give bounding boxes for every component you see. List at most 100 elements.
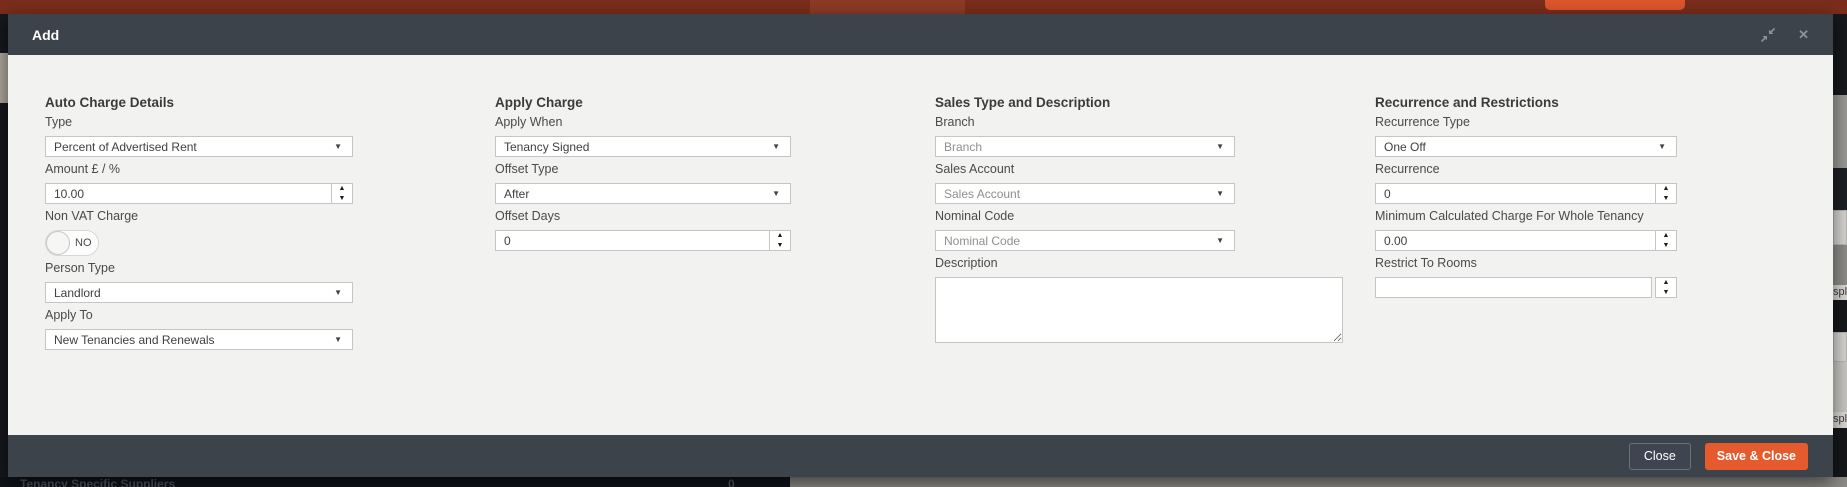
offset-days-input[interactable] bbox=[495, 230, 769, 251]
chevron-down-icon: ▼ bbox=[1216, 189, 1224, 198]
recurrence-label: Recurrence bbox=[1375, 162, 1677, 176]
spin-down-button[interactable]: ▼ bbox=[1656, 194, 1676, 204]
apply-when-select-value: Tenancy Signed bbox=[504, 140, 772, 154]
section-recurrence-restrictions: Recurrence and Restrictions Recurrence T… bbox=[1375, 55, 1677, 298]
spin-up-button[interactable]: ▲ bbox=[1656, 278, 1676, 288]
chevron-down-icon: ▼ bbox=[1216, 236, 1224, 245]
offset-days-input-group: ▲ ▼ bbox=[495, 230, 791, 251]
section-heading: Apply Charge bbox=[495, 95, 791, 110]
non-vat-charge-toggle[interactable]: NO bbox=[45, 230, 99, 256]
restrict-to-rooms-input[interactable] bbox=[1375, 277, 1652, 298]
offset-days-label: Offset Days bbox=[495, 209, 791, 223]
offset-type-select[interactable]: After ▼ bbox=[495, 183, 791, 204]
sales-account-select-value: Sales Account bbox=[944, 187, 1216, 201]
top-bar-tab-fragment bbox=[810, 0, 965, 14]
spin-down-button[interactable]: ▼ bbox=[770, 241, 790, 251]
minimum-charge-input[interactable] bbox=[1375, 230, 1655, 251]
restrict-to-rooms-label: Restrict To Rooms bbox=[1375, 256, 1677, 270]
recurrence-input-group: ▲ ▼ bbox=[1375, 183, 1677, 204]
branch-select[interactable]: Branch ▼ bbox=[935, 136, 1235, 157]
person-type-label: Person Type bbox=[45, 261, 353, 275]
restrict-to-rooms-input-group: ▲ ▼ bbox=[1375, 277, 1677, 298]
type-label: Type bbox=[45, 115, 353, 129]
nominal-code-select-value: Nominal Code bbox=[944, 234, 1216, 248]
section-sales-type-description: Sales Type and Description Branch Branch… bbox=[935, 55, 1235, 348]
type-select-value: Percent of Advertised Rent bbox=[54, 140, 334, 154]
amount-input[interactable] bbox=[45, 183, 331, 204]
amount-spinner: ▲ ▼ bbox=[331, 183, 353, 204]
toggle-state-label: NO bbox=[75, 237, 92, 249]
apply-to-select-value: New Tenancies and Renewals bbox=[54, 333, 334, 347]
background-text-fragment: spla bbox=[1833, 412, 1847, 428]
section-heading: Sales Type and Description bbox=[935, 95, 1235, 110]
apply-to-label: Apply To bbox=[45, 308, 353, 322]
section-heading: Recurrence and Restrictions bbox=[1375, 95, 1677, 110]
minimum-charge-label: Minimum Calculated Charge For Whole Tena… bbox=[1375, 209, 1677, 223]
nominal-code-label: Nominal Code bbox=[935, 209, 1235, 223]
spin-down-button[interactable]: ▼ bbox=[1656, 241, 1676, 251]
collapse-icon[interactable] bbox=[1760, 27, 1776, 43]
person-type-select-value: Landlord bbox=[54, 286, 334, 300]
spin-down-button[interactable]: ▼ bbox=[332, 194, 352, 204]
recurrence-type-label: Recurrence Type bbox=[1375, 115, 1677, 129]
amount-label: Amount £ / % bbox=[45, 162, 353, 176]
nominal-code-select[interactable]: Nominal Code ▼ bbox=[935, 230, 1235, 251]
recurrence-type-select-value: One Off bbox=[1384, 140, 1658, 154]
dialog-title: Add bbox=[32, 27, 59, 43]
offset-days-spinner: ▲ ▼ bbox=[769, 230, 791, 251]
background-content-strip: spla spla bbox=[1833, 14, 1847, 487]
spin-up-button[interactable]: ▲ bbox=[770, 231, 790, 241]
chevron-down-icon: ▼ bbox=[334, 335, 342, 344]
app-top-bar bbox=[0, 0, 1847, 14]
spin-up-button[interactable]: ▲ bbox=[332, 184, 352, 194]
spin-down-button[interactable]: ▼ bbox=[1656, 288, 1676, 298]
offset-type-label: Offset Type bbox=[495, 162, 791, 176]
chevron-down-icon: ▼ bbox=[1658, 142, 1666, 151]
background-sidebar-item: Tenancy Specific Suppliers 0 bbox=[0, 477, 790, 487]
recurrence-input[interactable] bbox=[1375, 183, 1655, 204]
apply-to-select[interactable]: New Tenancies and Renewals ▼ bbox=[45, 329, 353, 350]
description-label: Description bbox=[935, 256, 1235, 270]
background-panel-fragment bbox=[790, 477, 1847, 487]
branch-select-value: Branch bbox=[944, 140, 1216, 154]
chevron-down-icon: ▼ bbox=[772, 142, 780, 151]
restrict-to-rooms-spinner: ▲ ▼ bbox=[1655, 277, 1677, 298]
dialog-body: Auto Charge Details Type Percent of Adve… bbox=[8, 55, 1833, 435]
chevron-down-icon: ▼ bbox=[334, 142, 342, 151]
sidebar-fragment bbox=[0, 53, 8, 103]
background-item-count: 0 bbox=[728, 477, 735, 487]
save-close-button[interactable]: Save & Close bbox=[1705, 443, 1808, 470]
description-textarea[interactable] bbox=[935, 277, 1343, 343]
chevron-down-icon: ▼ bbox=[772, 189, 780, 198]
non-vat-charge-label: Non VAT Charge bbox=[45, 209, 353, 223]
apply-when-select[interactable]: Tenancy Signed ▼ bbox=[495, 136, 791, 157]
toggle-knob bbox=[46, 231, 70, 255]
dialog-header: Add ✕ bbox=[8, 14, 1833, 55]
section-heading: Auto Charge Details bbox=[45, 95, 353, 110]
add-dialog: Add ✕ Auto Charge Details Type Percent o… bbox=[8, 14, 1833, 477]
person-type-select[interactable]: Landlord ▼ bbox=[45, 282, 353, 303]
chevron-down-icon: ▼ bbox=[334, 288, 342, 297]
amount-input-group: ▲ ▼ bbox=[45, 183, 353, 204]
sales-account-label: Sales Account bbox=[935, 162, 1235, 176]
offset-type-select-value: After bbox=[504, 187, 772, 201]
background-item-label: Tenancy Specific Suppliers bbox=[20, 477, 175, 487]
spin-up-button[interactable]: ▲ bbox=[1656, 184, 1676, 194]
type-select[interactable]: Percent of Advertised Rent ▼ bbox=[45, 136, 353, 157]
recurrence-spinner: ▲ ▼ bbox=[1655, 183, 1677, 204]
close-button[interactable]: Close bbox=[1629, 443, 1691, 470]
sales-account-select[interactable]: Sales Account ▼ bbox=[935, 183, 1235, 204]
dialog-footer: Close Save & Close bbox=[8, 435, 1833, 477]
background-text-fragment: spla bbox=[1833, 285, 1847, 300]
close-icon[interactable]: ✕ bbox=[1798, 27, 1809, 43]
recurrence-type-select[interactable]: One Off ▼ bbox=[1375, 136, 1677, 157]
branch-label: Branch bbox=[935, 115, 1235, 129]
minimum-charge-input-group: ▲ ▼ bbox=[1375, 230, 1677, 251]
background-bottom-row: Tenancy Specific Suppliers 0 bbox=[0, 477, 1847, 487]
spin-up-button[interactable]: ▲ bbox=[1656, 231, 1676, 241]
top-bar-button-fragment bbox=[1545, 0, 1685, 10]
chevron-down-icon: ▼ bbox=[1216, 142, 1224, 151]
apply-when-label: Apply When bbox=[495, 115, 791, 129]
minimum-charge-spinner: ▲ ▼ bbox=[1655, 230, 1677, 251]
section-auto-charge-details: Auto Charge Details Type Percent of Adve… bbox=[45, 55, 353, 350]
